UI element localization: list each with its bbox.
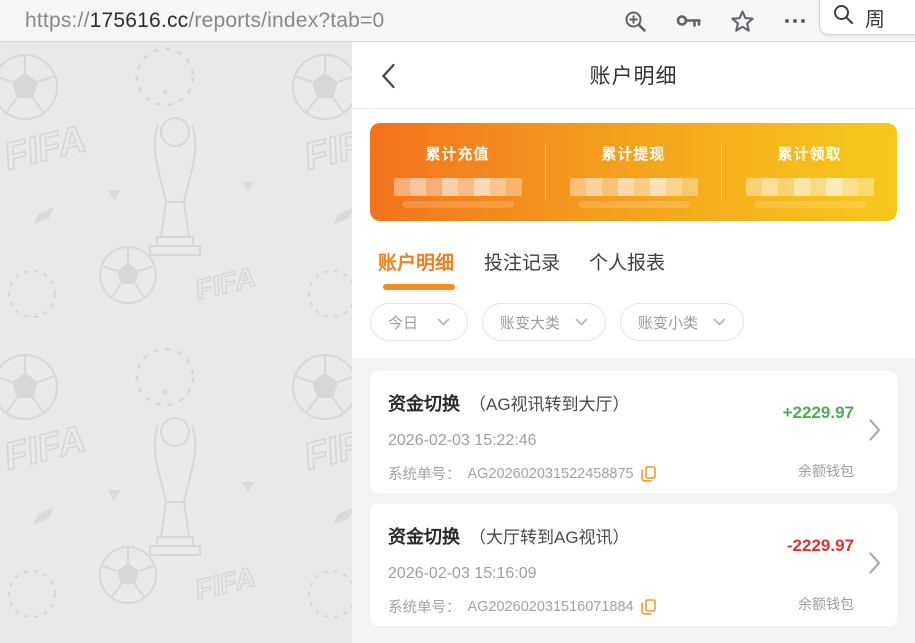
copy-order-button[interactable]: [641, 466, 656, 482]
chevron-down-icon: [575, 318, 588, 326]
copy-icon: [641, 599, 656, 615]
url-domain: 175616.cc: [90, 9, 189, 32]
browser-find-bar[interactable]: 周: [819, 0, 915, 35]
tab-personal-report[interactable]: 个人报表: [589, 248, 665, 290]
chevron-down-icon: [437, 318, 450, 326]
filter-date-dropdown[interactable]: 今日: [370, 303, 468, 341]
redacted-smear: [754, 201, 866, 208]
txn-amount: -2229.97: [787, 536, 854, 556]
page-title: 账户明细: [590, 60, 678, 90]
summary-total-deposit: 累计充值: [370, 123, 545, 221]
filter-bar: 今日 账变大类 账变小类: [352, 290, 915, 358]
txn-note: （AG视讯转到大厅）: [469, 390, 630, 415]
transaction-row[interactable]: 资金切换 （AG视讯转到大厅） 2026-02-03 15:22:46 系统单号…: [370, 371, 897, 493]
summary-card: 累计充值 累计提现 累计领取: [370, 123, 897, 221]
url-path: /reports/index?tab=0: [188, 9, 384, 32]
summary-label: 累计充值: [425, 143, 489, 164]
url-text[interactable]: https://175616.cc/reports/index?tab=0: [25, 9, 384, 33]
txn-wallet: 余额钱包: [798, 461, 854, 481]
back-button[interactable]: [381, 63, 396, 94]
key-icon[interactable]: [676, 10, 702, 32]
more-options-icon[interactable]: [783, 17, 807, 25]
filter-major-category-dropdown[interactable]: 账变大类: [482, 303, 606, 341]
txn-order-label: 系统单号：: [388, 596, 461, 617]
chevron-down-icon: [713, 318, 726, 326]
redacted-smear: [402, 201, 514, 208]
bookmark-star-icon[interactable]: [731, 10, 754, 32]
transaction-list: 资金切换 （AG视讯转到大厅） 2026-02-03 15:22:46 系统单号…: [352, 358, 915, 643]
chevron-right-icon: [869, 419, 881, 441]
txn-datetime: 2026-02-03 15:22:46: [388, 432, 783, 450]
txn-order-number: AG202602031522458875: [468, 466, 634, 482]
txn-type: 资金切换: [388, 523, 460, 549]
redacted-value: [570, 178, 698, 196]
url-scheme: https://: [25, 9, 90, 32]
transaction-row[interactable]: 资金切换 （大厅转到AG视讯） 2026-02-03 15:16:09 系统单号…: [370, 504, 897, 626]
tab-bar: 账户明细 投注记录 个人报表: [352, 221, 915, 290]
find-query-text[interactable]: 周: [865, 3, 885, 32]
tab-account-detail[interactable]: 账户明细: [378, 248, 455, 290]
txn-wallet: 余额钱包: [798, 594, 854, 614]
txn-type: 资金切换: [388, 390, 460, 416]
summary-total-withdraw: 累计提现: [546, 123, 721, 221]
summary-total-claim: 累计领取: [722, 123, 897, 221]
summary-label: 累计领取: [777, 143, 841, 164]
row-detail-button[interactable]: [869, 552, 881, 579]
txn-order-number: AG202602031516071884: [468, 599, 634, 615]
txn-datetime: 2026-02-03 15:16:09: [388, 565, 787, 583]
tab-bet-records[interactable]: 投注记录: [484, 248, 560, 290]
copy-order-button[interactable]: [641, 599, 656, 615]
chevron-right-icon: [869, 552, 881, 574]
search-icon: [833, 4, 854, 30]
row-detail-button[interactable]: [869, 419, 881, 446]
txn-amount: +2229.97: [783, 403, 854, 423]
summary-label: 累计提现: [601, 143, 665, 164]
filter-minor-category-dropdown[interactable]: 账变小类: [620, 303, 744, 341]
watermark-background: FIFA: [0, 42, 352, 643]
chevron-left-icon: [381, 63, 396, 89]
redacted-value: [394, 178, 522, 196]
account-detail-panel: 账户明细 累计充值 累计提现 累计领取: [352, 42, 915, 643]
redacted-smear: [578, 201, 690, 208]
txn-order-label: 系统单号：: [388, 463, 461, 484]
txn-note: （大厅转到AG视讯）: [469, 523, 630, 548]
redacted-value: [746, 178, 874, 196]
page-header: 账户明细: [352, 42, 915, 109]
browser-address-bar: https://175616.cc/reports/index?tab=0: [0, 0, 915, 42]
watermark-pattern: FIFA: [0, 42, 352, 643]
zoom-in-icon[interactable]: [624, 10, 647, 33]
copy-icon: [641, 466, 656, 482]
